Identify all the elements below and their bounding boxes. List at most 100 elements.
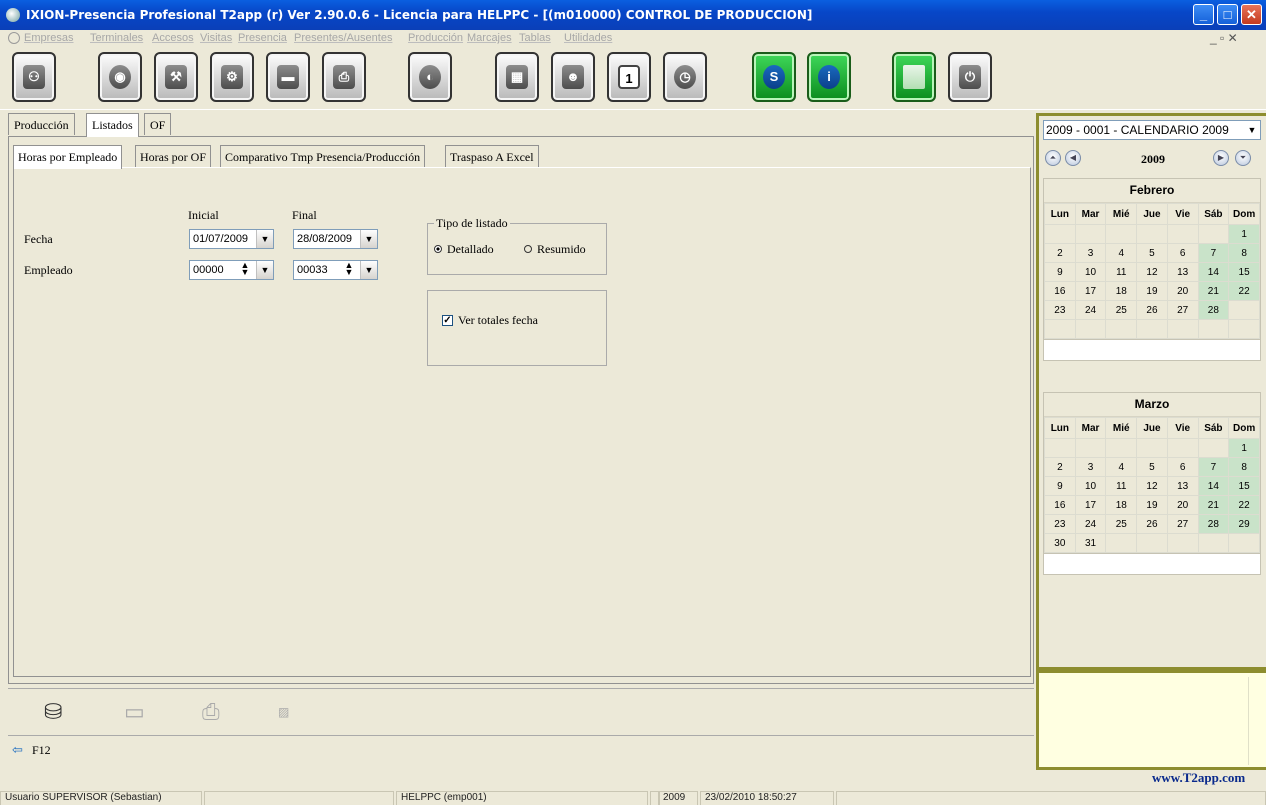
minimize-button[interactable]: _ — [1193, 4, 1214, 25]
calendar-day[interactable]: 24 — [1074, 300, 1107, 320]
terminal-toolbar-button[interactable]: ▬ — [266, 52, 310, 102]
calendar-day[interactable]: 23 — [1044, 300, 1076, 320]
calendar-day[interactable] — [1197, 224, 1230, 244]
calendar-day[interactable]: 11 — [1105, 476, 1138, 496]
f12-label[interactable]: F12 — [32, 743, 51, 758]
calendar-day[interactable]: 12 — [1136, 262, 1168, 282]
calendar-day[interactable]: 1 — [1228, 224, 1260, 244]
accesos-toolbar-button[interactable]: ⚒ — [154, 52, 198, 102]
calendar-day[interactable]: 2 — [1044, 457, 1076, 477]
mdi-window-controls[interactable]: _ ▫ ✕ — [1210, 31, 1238, 45]
employee-toolbar-button[interactable]: ☻ — [551, 52, 595, 102]
calculator-toolbar-button[interactable] — [892, 52, 936, 102]
calendar-day[interactable] — [1074, 319, 1107, 339]
execute-icon[interactable]: ⛁ — [44, 699, 62, 725]
excel-icon[interactable]: ▨ — [278, 705, 289, 719]
calendar-day[interactable]: 25 — [1105, 300, 1138, 320]
chevron-down-icon[interactable]: ▼ — [256, 230, 273, 248]
calendar-day[interactable]: 4 — [1105, 457, 1138, 477]
calendar-day[interactable] — [1166, 319, 1199, 339]
calendar-day[interactable] — [1166, 438, 1199, 458]
calendar-day[interactable]: 16 — [1044, 281, 1076, 301]
calendar-day[interactable] — [1105, 224, 1138, 244]
website-link[interactable]: www.T2app.com — [1152, 770, 1245, 786]
calendar-day[interactable] — [1228, 300, 1260, 320]
calendar-day[interactable] — [1136, 438, 1168, 458]
notes-area[interactable] — [1036, 670, 1266, 770]
calendar-day[interactable]: 28 — [1197, 514, 1230, 534]
calendar-day[interactable]: 7 — [1197, 457, 1230, 477]
calendar-day[interactable] — [1136, 319, 1168, 339]
exit-door-icon[interactable]: ⇦ — [12, 742, 23, 758]
tab-produccion[interactable]: Producción — [8, 113, 75, 135]
tab-of[interactable]: OF — [144, 113, 172, 135]
radio-resumido[interactable]: Resumido — [524, 242, 586, 257]
menu-presentes-ausentes[interactable]: Presentes/Ausentes — [294, 32, 392, 44]
calendar-day[interactable] — [1105, 533, 1138, 553]
calendar-day[interactable]: 3 — [1074, 243, 1107, 263]
mdi-child-icon[interactable] — [8, 32, 20, 44]
calendar-day[interactable] — [1228, 533, 1260, 553]
calendar-day[interactable]: 5 — [1136, 457, 1168, 477]
maximize-button[interactable]: □ — [1217, 4, 1238, 25]
next-year-icon[interactable]: ▶ — [1213, 150, 1229, 166]
tab-horas-por-of[interactable]: Horas por OF — [135, 145, 211, 167]
first-year-icon[interactable]: ⏶ — [1045, 150, 1061, 166]
tab-listados[interactable]: Listados — [86, 113, 139, 137]
calendar-day[interactable] — [1105, 319, 1138, 339]
spin-updown-icon[interactable]: ▲ ▼ — [341, 261, 357, 278]
calendar-day[interactable]: 26 — [1136, 514, 1168, 534]
calendar-day[interactable]: 20 — [1166, 495, 1199, 515]
printer-icon[interactable]: ⎙ — [202, 699, 220, 725]
skype-toolbar-button[interactable]: S — [752, 52, 796, 102]
calendar-day[interactable]: 30 — [1044, 533, 1076, 553]
empleado-inicial-stepper[interactable]: 00000 ▲ ▼ ▼ — [189, 260, 274, 280]
tab-traspaso-excel[interactable]: Traspaso A Excel — [445, 145, 539, 167]
calendar-day[interactable]: 9 — [1044, 476, 1076, 496]
empleado-final-stepper[interactable]: 00033 ▲ ▼ ▼ — [293, 260, 378, 280]
calendar-day[interactable] — [1044, 319, 1076, 339]
prev-year-icon[interactable]: ◀ — [1065, 150, 1081, 166]
radio-detallado[interactable]: Detallado — [434, 242, 494, 257]
calendar-day[interactable]: 13 — [1166, 476, 1199, 496]
calendar-selector[interactable]: 2009 - 0001 - CALENDARIO 2009 ▼ — [1043, 120, 1261, 140]
calendar-day[interactable]: 19 — [1136, 281, 1168, 301]
last-year-icon[interactable]: ⏷ — [1235, 150, 1251, 166]
fecha-final-picker[interactable]: 28/08/2009 ▼ — [293, 229, 378, 249]
calendar-day[interactable]: 15 — [1228, 262, 1260, 282]
menu-presencia[interactable]: Presencia — [238, 32, 287, 44]
screen-preview-icon[interactable]: ▭ — [124, 699, 145, 725]
calendar-day[interactable]: 8 — [1228, 243, 1260, 263]
tab-horas-por-empleado[interactable]: Horas por Empleado — [13, 145, 123, 169]
calendar-day[interactable]: 26 — [1136, 300, 1168, 320]
calendar-day[interactable] — [1136, 224, 1168, 244]
calendar-day[interactable] — [1136, 533, 1168, 553]
calendar-day[interactable]: 24 — [1074, 514, 1107, 534]
chevron-down-icon[interactable]: ▼ — [1244, 121, 1260, 139]
calendar-day[interactable] — [1074, 224, 1107, 244]
calendar-day[interactable] — [1197, 533, 1230, 553]
calendar-day[interactable]: 10 — [1074, 262, 1107, 282]
menu-tablas[interactable]: Tablas — [519, 32, 551, 44]
calendar-day[interactable]: 17 — [1074, 495, 1107, 515]
menu-utilidades[interactable]: Utilidades — [564, 32, 612, 44]
app-icon[interactable] — [6, 8, 20, 22]
calendar-day[interactable]: 21 — [1197, 281, 1230, 301]
calendar-day[interactable]: 28 — [1197, 300, 1230, 320]
chevron-down-icon[interactable]: ▼ — [360, 230, 377, 248]
map-toolbar-button[interactable]: ▦ — [495, 52, 539, 102]
calendar-day[interactable]: 15 — [1228, 476, 1260, 496]
configuracion-toolbar-button[interactable]: ⚙ — [210, 52, 254, 102]
calendar-day[interactable]: 18 — [1105, 281, 1138, 301]
calendar-day[interactable]: 19 — [1136, 495, 1168, 515]
calendar-day[interactable] — [1228, 319, 1260, 339]
calendar-day[interactable]: 16 — [1044, 495, 1076, 515]
info-toolbar-button[interactable]: i — [807, 52, 851, 102]
menu-marcajes[interactable]: Marcajes — [467, 32, 512, 44]
calendar-day[interactable]: 7 — [1197, 243, 1230, 263]
calendar-day[interactable] — [1166, 224, 1199, 244]
calendar-day[interactable]: 20 — [1166, 281, 1199, 301]
calendar-day[interactable] — [1105, 438, 1138, 458]
calendar-day[interactable]: 2 — [1044, 243, 1076, 263]
calendar-day[interactable]: 18 — [1105, 495, 1138, 515]
